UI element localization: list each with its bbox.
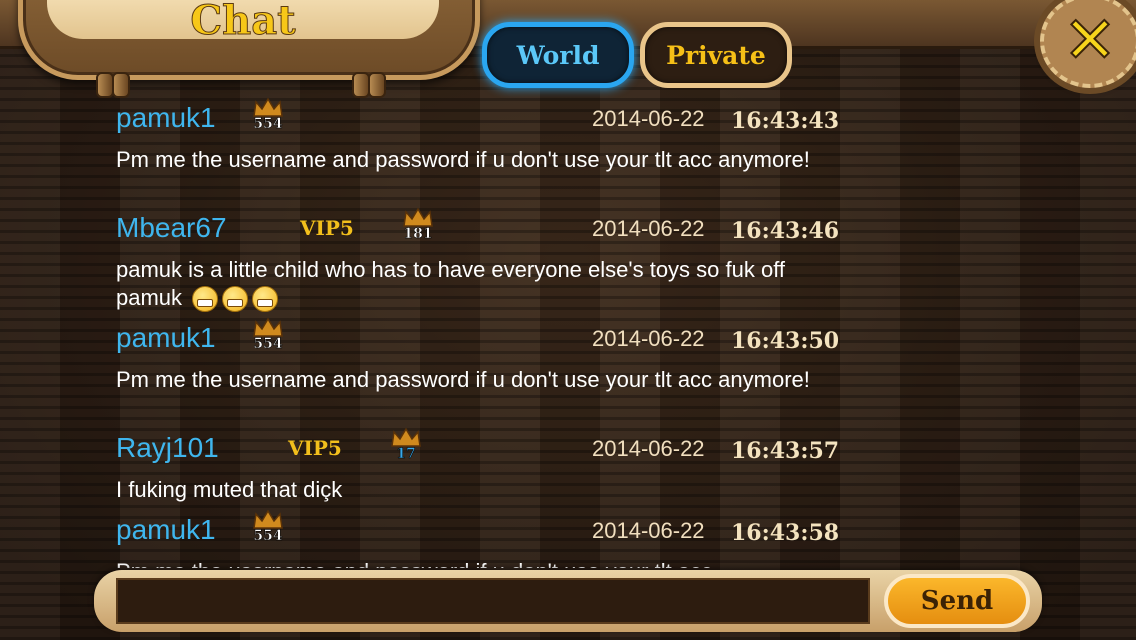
rank-crown-badge: 181	[398, 208, 438, 248]
message-time: 16:43:43	[731, 108, 840, 134]
message-date: 2014-06-22	[592, 106, 705, 131]
message-text: Pm me the username and password if u don…	[116, 367, 810, 392]
message-username[interactable]: pamuk1	[116, 514, 216, 546]
rank-number: 554	[253, 528, 283, 545]
rank-crown-badge: 554	[248, 318, 288, 358]
rank-number: 181	[403, 226, 433, 243]
message-list[interactable]: pamuk1 554 2014-06-22 16:43:43 Pm me the…	[0, 90, 1136, 568]
message-text-block: pamuk is a little child who has to have …	[116, 256, 836, 313]
message-username[interactable]: pamuk1	[116, 322, 216, 354]
message-time: 16:43:58	[731, 520, 840, 546]
rank-crown-badge: 17	[386, 428, 426, 468]
rank-crown-badge: 554	[248, 510, 288, 550]
message-date: 2014-06-22	[592, 216, 705, 241]
rank-number: 554	[253, 336, 283, 353]
message-username[interactable]: Rayj101	[116, 432, 219, 464]
rank-crown-badge: 554	[248, 98, 288, 138]
page-title: Chat	[190, 0, 296, 45]
message-time: 16:43:57	[731, 438, 840, 464]
crown-icon	[253, 510, 283, 529]
message-text: Pm me the username and password if u don…	[116, 147, 810, 172]
title-plaque-inner: Chat	[47, 0, 439, 45]
message-date: 2014-06-22	[592, 326, 705, 351]
close-x-icon: ✕	[1062, 3, 1118, 79]
vip-badge: VIP5	[288, 436, 342, 460]
chat-input[interactable]	[116, 578, 870, 624]
message-time: 16:43:50	[731, 328, 840, 354]
message-username[interactable]: pamuk1	[116, 102, 216, 134]
crown-icon	[253, 318, 283, 337]
title-plaque: Chat	[18, 0, 480, 80]
send-button[interactable]: Send	[884, 574, 1030, 628]
close-button[interactable]: ✕	[1040, 0, 1136, 88]
crown-icon	[253, 98, 283, 117]
rank-number: 554	[253, 116, 283, 133]
rank-number: 17	[396, 446, 416, 463]
composer-bar: Send	[94, 570, 1042, 632]
message-date: 2014-06-22	[592, 436, 705, 461]
grinning-emoji-icon	[222, 286, 249, 313]
grinning-emoji-icon	[252, 286, 279, 313]
message-text: I fuking muted that diçk	[116, 477, 343, 502]
message-text: Pm me the username and password if u don…	[116, 558, 836, 568]
vip-badge: VIP5	[300, 216, 354, 240]
message-username[interactable]: Mbear67	[116, 212, 227, 244]
crown-icon	[391, 428, 421, 447]
tab-world[interactable]: World	[482, 22, 634, 88]
grinning-emoji-icon	[192, 286, 219, 313]
message-date: 2014-06-22	[592, 518, 705, 543]
tab-private[interactable]: Private	[640, 22, 792, 88]
crown-icon	[403, 208, 433, 227]
message-time: 16:43:46	[731, 218, 840, 244]
